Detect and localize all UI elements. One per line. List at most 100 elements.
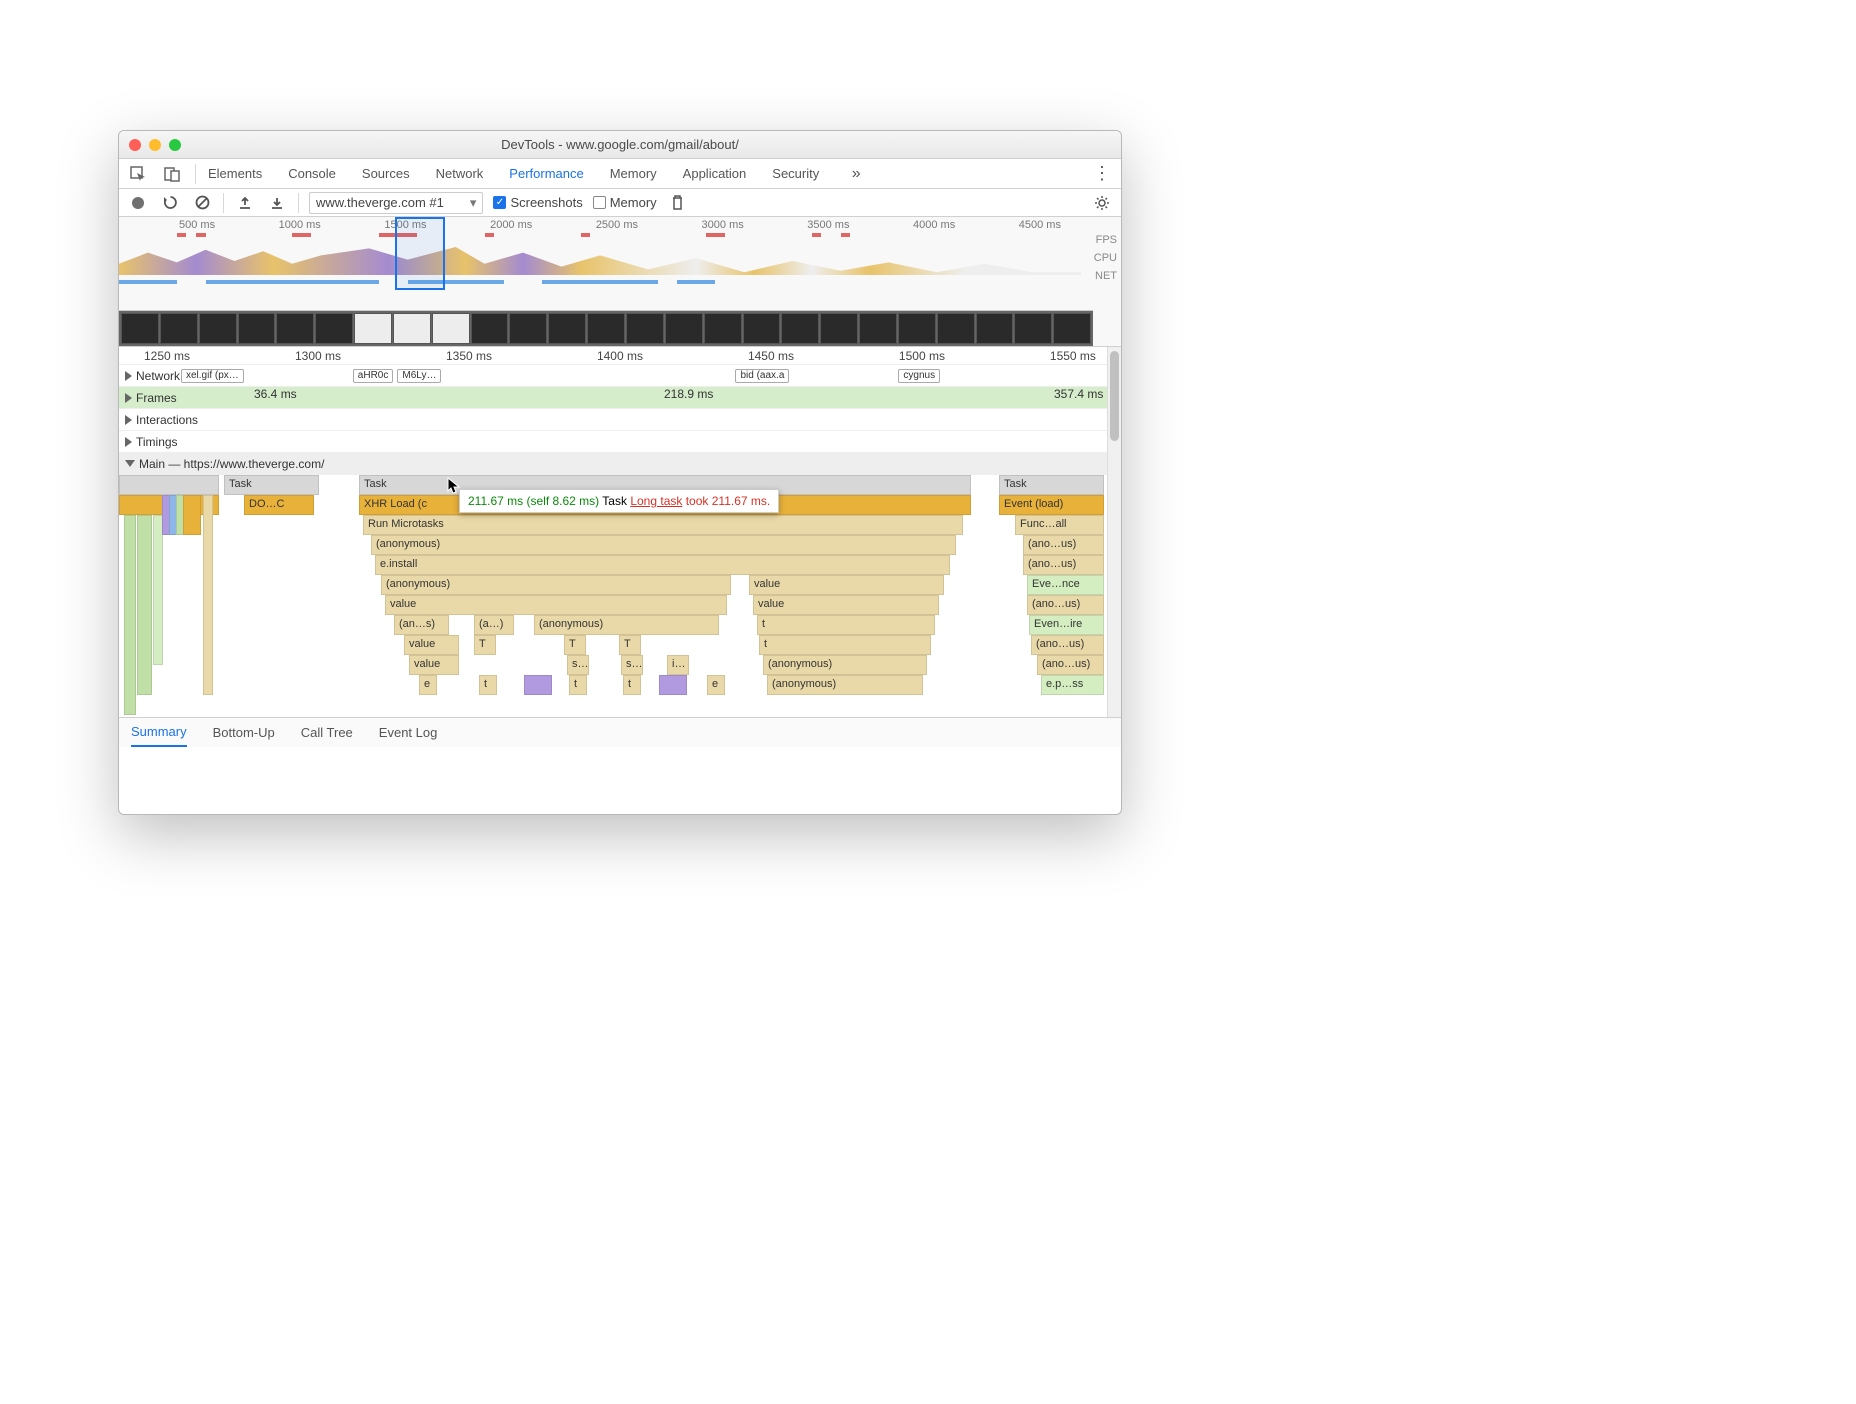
tab-console[interactable]: Console — [288, 166, 336, 181]
flame-block[interactable] — [524, 675, 552, 695]
flame-s[interactable]: s… — [621, 655, 643, 675]
flame-t[interactable]: t — [479, 675, 497, 695]
device-toolbar-icon[interactable] — [161, 163, 183, 185]
flame-microtasks[interactable]: Run Microtasks — [363, 515, 963, 535]
screenshots-filmstrip[interactable] — [119, 310, 1093, 346]
flame-anous[interactable]: (ano…us) — [1031, 635, 1104, 655]
flame-block[interactable] — [659, 675, 687, 695]
memory-checkbox[interactable]: Memory — [593, 195, 657, 210]
clear-icon[interactable] — [191, 192, 213, 214]
network-lane[interactable]: Network xel.gif (px… aHR0c M6Ly… bid (aa… — [119, 365, 1121, 387]
expand-icon[interactable] — [125, 437, 132, 447]
flame-evence[interactable]: Eve…nce — [1027, 575, 1104, 595]
flame-value[interactable]: value — [749, 575, 944, 595]
tab-security[interactable]: Security — [772, 166, 819, 181]
detail-view-tabs: Summary Bottom-Up Call Tree Event Log — [119, 717, 1121, 747]
flame-evenire[interactable]: Even…ire — [1029, 615, 1104, 635]
tab-sources[interactable]: Sources — [362, 166, 410, 181]
screenshots-checkbox[interactable]: ✓ Screenshots — [493, 195, 582, 210]
record-button[interactable] — [127, 192, 149, 214]
flame-block[interactable] — [183, 495, 201, 535]
flame-value[interactable]: value — [385, 595, 727, 615]
flame-anous[interactable]: (ano…us) — [1023, 535, 1104, 555]
flame-t[interactable]: t — [757, 615, 935, 635]
network-request[interactable]: cygnus — [898, 369, 940, 383]
main-thread-header[interactable]: Main — https://www.theverge.com/ — [119, 453, 1121, 475]
flame-e[interactable]: e — [707, 675, 725, 695]
scroll-thumb[interactable] — [1110, 351, 1119, 441]
flame-funcall[interactable]: Func…all — [1015, 515, 1104, 535]
flame-t[interactable]: t — [623, 675, 641, 695]
flame-ans[interactable]: (an…s) — [394, 615, 449, 635]
tab-application[interactable]: Application — [683, 166, 747, 181]
flame-value[interactable]: value — [753, 595, 939, 615]
expand-icon[interactable] — [125, 371, 132, 381]
flame-block[interactable] — [119, 475, 219, 495]
overview-time-ticks: 500 ms1000 ms 1500 ms2000 ms 2500 ms3000… — [119, 217, 1121, 231]
flame-block[interactable] — [124, 515, 136, 715]
kebab-menu-icon[interactable]: ⋮ — [1091, 163, 1113, 185]
tab-summary[interactable]: Summary — [131, 718, 187, 747]
trash-icon[interactable] — [667, 192, 689, 214]
mouse-cursor-icon — [447, 477, 461, 495]
timeline-overview[interactable]: 500 ms1000 ms 1500 ms2000 ms 2500 ms3000… — [119, 217, 1121, 347]
more-tabs-icon[interactable]: » — [845, 163, 867, 185]
expand-icon[interactable] — [125, 415, 132, 425]
flame-task[interactable]: Task — [999, 475, 1104, 495]
flame-t[interactable]: T — [619, 635, 641, 655]
tab-memory[interactable]: Memory — [610, 166, 657, 181]
network-request[interactable]: aHR0c — [353, 369, 394, 383]
frames-lane[interactable]: Frames 36.4 ms 218.9 ms 357.4 ms — [119, 387, 1121, 409]
flame-block[interactable] — [203, 495, 213, 695]
inspect-element-icon[interactable] — [127, 163, 149, 185]
tab-calltree[interactable]: Call Tree — [301, 719, 353, 746]
tab-elements[interactable]: Elements — [208, 166, 262, 181]
flame-block[interactable] — [153, 515, 163, 665]
load-profile-icon[interactable] — [234, 192, 256, 214]
net-label: NET — [1094, 267, 1117, 285]
flame-value[interactable]: value — [404, 635, 459, 655]
settings-gear-icon[interactable] — [1091, 192, 1113, 214]
tab-eventlog[interactable]: Event Log — [379, 719, 438, 746]
vertical-scrollbar[interactable] — [1107, 347, 1121, 717]
flame-anous[interactable]: (ano…us) — [1023, 555, 1104, 575]
flame-s[interactable]: s… — [567, 655, 589, 675]
timings-lane[interactable]: Timings — [119, 431, 1121, 453]
network-request[interactable]: xel.gif (px… — [181, 369, 244, 383]
tab-network[interactable]: Network — [436, 166, 484, 181]
flame-anon[interactable]: (anonymous) — [371, 535, 956, 555]
flame-i[interactable]: i… — [667, 655, 689, 675]
network-request[interactable]: M6Ly… — [397, 369, 441, 383]
flame-t[interactable]: t — [759, 635, 931, 655]
flame-anon[interactable]: (anonymous) — [767, 675, 923, 695]
flame-anon[interactable]: (anonymous) — [534, 615, 719, 635]
flame-t[interactable]: t — [569, 675, 587, 695]
tab-performance[interactable]: Performance — [509, 166, 583, 181]
flame-a[interactable]: (a…) — [474, 615, 514, 635]
flame-anous[interactable]: (ano…us) — [1027, 595, 1104, 615]
flame-anous[interactable]: (ano…us) — [1037, 655, 1104, 675]
save-profile-icon[interactable] — [266, 192, 288, 214]
network-request[interactable]: bid (aax.a — [735, 369, 789, 383]
flame-t[interactable]: T — [564, 635, 586, 655]
flame-t[interactable]: T — [474, 635, 496, 655]
flame-dcl[interactable]: DO…C — [244, 495, 314, 515]
reload-record-icon[interactable] — [159, 192, 181, 214]
session-selector[interactable]: www.theverge.com #1 ▾ — [309, 192, 483, 214]
flame-epss[interactable]: e.p…ss — [1041, 675, 1104, 695]
overview-selection[interactable] — [395, 217, 445, 290]
flame-anon[interactable]: (anonymous) — [763, 655, 927, 675]
interactions-lane[interactable]: Interactions — [119, 409, 1121, 431]
expand-icon[interactable] — [125, 393, 132, 403]
flame-anon[interactable]: (anonymous) — [381, 575, 731, 595]
flame-task[interactable]: Task — [224, 475, 319, 495]
titlebar: DevTools - www.google.com/gmail/about/ — [119, 131, 1121, 159]
collapse-icon[interactable] — [125, 460, 135, 467]
flame-event[interactable]: Event (load) — [999, 495, 1104, 515]
flame-value[interactable]: value — [409, 655, 459, 675]
flame-chart[interactable]: Task DO…C Task XHR Load (c Run Microtask… — [119, 475, 1121, 735]
flame-e[interactable]: e — [419, 675, 437, 695]
flame-block[interactable] — [137, 515, 152, 695]
flame-einstall[interactable]: e.install — [375, 555, 950, 575]
tab-bottomup[interactable]: Bottom-Up — [213, 719, 275, 746]
